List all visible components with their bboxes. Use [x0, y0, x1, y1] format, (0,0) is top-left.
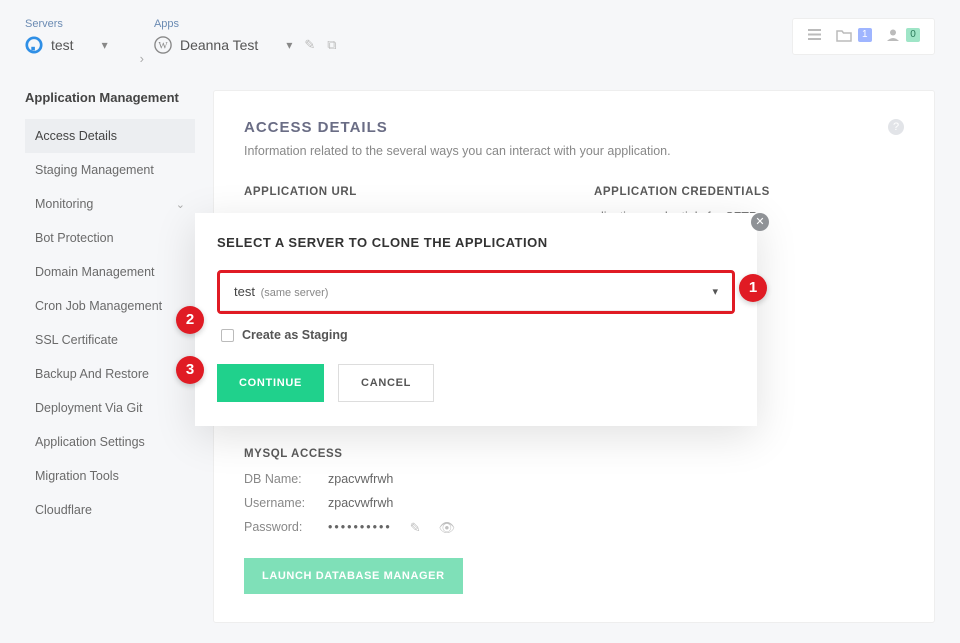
- caret-down-icon: ▾: [712, 285, 718, 298]
- edit-icon[interactable]: ✎: [304, 37, 315, 53]
- card-subtitle: Information related to the several ways …: [244, 144, 904, 158]
- crumb-apps: Apps W Deanna Test ▾ ✎ ⧉: [154, 18, 337, 54]
- callout-3: 3: [176, 356, 204, 384]
- chevron-down-icon[interactable]: ▾: [102, 38, 108, 52]
- server-select-note: (same server): [261, 287, 329, 299]
- mysql-label: MYSQL ACCESS: [244, 448, 904, 460]
- dbname-key: DB Name:: [244, 472, 316, 486]
- username-value: zpacvwfrwh: [328, 496, 393, 510]
- create-as-staging-label: Create as Staging: [242, 328, 348, 342]
- chevron-down-icon[interactable]: ▾: [286, 38, 292, 52]
- digitalocean-icon: [25, 36, 43, 54]
- sidebar-title: Application Management: [25, 90, 195, 105]
- mysql-section: MYSQL ACCESS DB Name: zpacvwfrwh Username…: [244, 448, 904, 594]
- username-key: Username:: [244, 496, 316, 510]
- reveal-password-icon[interactable]: 👁: [439, 520, 456, 536]
- close-icon[interactable]: ✕: [751, 213, 769, 231]
- folder-badge: 1: [858, 28, 872, 42]
- chevron-down-icon[interactable]: ⌄: [176, 198, 185, 211]
- help-icon[interactable]: ?: [888, 119, 904, 135]
- launch-database-manager-button[interactable]: LAUNCH DATABASE MANAGER: [244, 558, 463, 594]
- sidebar-item-cloudflare[interactable]: Cloudflare: [25, 493, 195, 527]
- create-as-staging-row[interactable]: Create as Staging: [217, 324, 735, 342]
- sidebar-item-domain-management[interactable]: Domain Management: [25, 255, 195, 289]
- chevron-right-icon: ›: [140, 51, 144, 70]
- sidebar-item-bot-protection[interactable]: Bot Protection: [25, 221, 195, 255]
- app-name[interactable]: Deanna Test: [180, 37, 258, 53]
- user-badge: 0: [906, 28, 920, 42]
- password-value: ••••••••••: [328, 520, 392, 536]
- sidebar-item-access-details[interactable]: Access Details: [25, 119, 195, 153]
- wordpress-icon: W: [154, 36, 172, 54]
- sidebar-item-cron-job-management[interactable]: Cron Job Management: [25, 289, 195, 323]
- continue-button[interactable]: CONTINUE: [217, 364, 324, 402]
- topbar-actions: 1 0: [792, 18, 935, 55]
- sidebar-item-migration-tools[interactable]: Migration Tools: [25, 459, 195, 493]
- crumb-servers-label: Servers: [25, 18, 108, 30]
- crumb-apps-label: Apps: [154, 18, 337, 30]
- sidebar-item-backup-and-restore[interactable]: Backup And Restore: [25, 357, 195, 391]
- edit-password-icon[interactable]: ✎: [410, 520, 421, 536]
- server-select-highlight: test (same server) ▾: [217, 270, 735, 314]
- server-select[interactable]: test (same server) ▾: [220, 273, 732, 311]
- create-as-staging-checkbox[interactable]: [221, 329, 234, 342]
- user-icon[interactable]: 0: [886, 28, 920, 46]
- card-title: ACCESS DETAILS: [244, 119, 388, 136]
- dbname-value: zpacvwfrwh: [328, 472, 393, 486]
- app-url-label: APPLICATION URL: [244, 186, 554, 198]
- clone-modal: ✕ SELECT A SERVER TO CLONE THE APPLICATI…: [195, 213, 757, 426]
- external-link-icon[interactable]: ⧉: [327, 37, 336, 53]
- callout-2: 2: [176, 306, 204, 334]
- server-select-value: test: [234, 284, 255, 299]
- list-icon[interactable]: [807, 27, 822, 46]
- credentials-label: APPLICATION CREDENTIALS: [594, 186, 904, 198]
- sidebar-item-application-settings[interactable]: Application Settings: [25, 425, 195, 459]
- topbar: Servers test ▾ › Apps W Deanna Test ▾ ✎ …: [0, 0, 960, 70]
- sidebar-item-ssl-certificate[interactable]: SSL Certificate: [25, 323, 195, 357]
- crumb-servers: Servers test ▾: [25, 18, 108, 54]
- callout-1: 1: [739, 274, 767, 302]
- sidebar-item-monitoring[interactable]: Monitoring⌄: [25, 187, 195, 221]
- sidebar: Application Management Access Details St…: [25, 90, 195, 623]
- cancel-button[interactable]: CANCEL: [338, 364, 434, 402]
- folder-icon[interactable]: 1: [836, 28, 872, 46]
- svg-text:W: W: [158, 41, 168, 52]
- password-key: Password:: [244, 520, 316, 536]
- modal-title: SELECT A SERVER TO CLONE THE APPLICATION: [217, 235, 735, 250]
- server-name[interactable]: test: [51, 37, 74, 53]
- sidebar-item-deployment-via-git[interactable]: Deployment Via Git: [25, 391, 195, 425]
- sidebar-item-staging-management[interactable]: Staging Management: [25, 153, 195, 187]
